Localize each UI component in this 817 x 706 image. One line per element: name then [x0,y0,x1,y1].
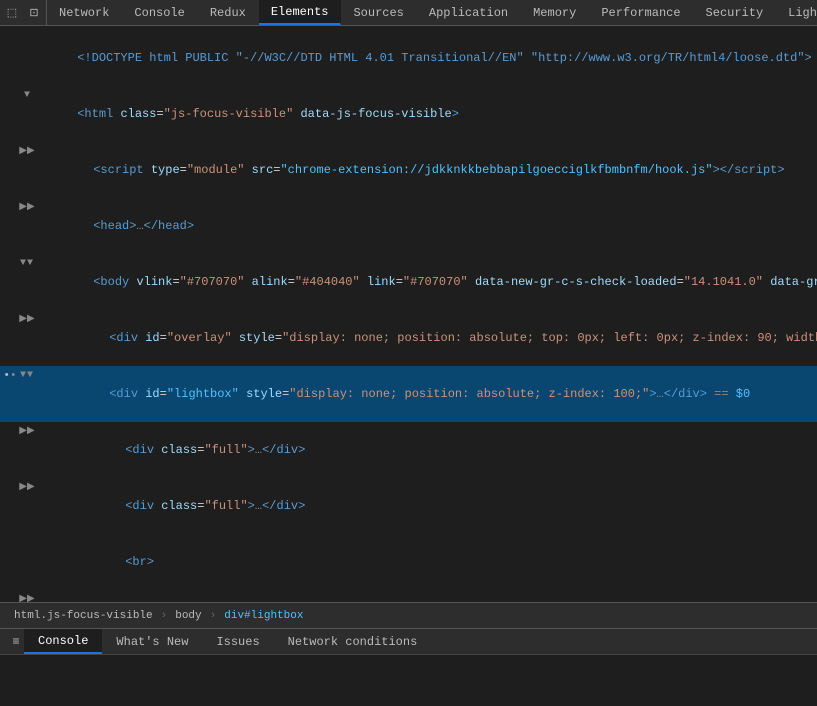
table-row[interactable]: ▶ <script type="module" src="chrome-exte… [0,142,817,198]
breadcrumb-bar: html.js-focus-visible › body › div#light… [0,602,817,628]
bottom-tab-bar: ≡ Console What's New Issues Network cond… [0,628,817,654]
inspect-icon[interactable]: ⊡ [26,5,42,21]
tab-sources[interactable]: Sources [341,0,416,25]
cursor-icon[interactable]: ⬚ [4,5,20,21]
expand-arrow[interactable]: ▶ [20,311,34,329]
expand-arrow[interactable]: ▶ [20,423,34,441]
tab-security[interactable]: Security [694,0,777,25]
tab-icons: ⬚ ⊡ [0,0,47,25]
expand-arrow[interactable]: ▶ [20,143,34,161]
table-row[interactable]: ▼ <body vlink="#707070" alink="#404040" … [0,254,817,310]
tab-console-bottom[interactable]: Console [24,629,102,654]
code-content: <body vlink="#707070" alink="#404040" li… [34,255,817,309]
expand-arrow[interactable]: ▼ [20,367,34,385]
expand-arrow[interactable]: ▶ [20,479,34,497]
table-row[interactable]: ▶ <center>…</center> [0,590,817,602]
tab-performance[interactable]: Performance [589,0,693,25]
table-row[interactable]: • ▼ <div id="lightbox" style="display: n… [0,366,817,422]
table-row[interactable]: <html class="js-focus-visible" data-js-f… [0,86,817,142]
code-content: <head>…</head> [34,199,813,253]
tab-console[interactable]: Console [122,0,197,25]
code-content: <div class="full">…</div> [34,423,813,477]
expand-arrow[interactable]: ▶ [20,199,34,217]
tab-lighthouse[interactable]: Lighthouse [776,0,817,25]
code-content: <div class="full">…</div> [34,479,813,533]
bottom-menu-icon[interactable]: ≡ [8,629,24,655]
code-content: <div id="overlay" style="display: none; … [34,311,817,365]
breadcrumb-item-html[interactable]: html.js-focus-visible [8,608,159,624]
table-row[interactable]: <br> [0,534,817,590]
tab-issues[interactable]: Issues [202,629,273,654]
expand-arrow[interactable] [20,87,34,105]
code-content: <div id="lightbox" style="display: none;… [34,367,813,421]
tab-memory[interactable]: Memory [521,0,589,25]
table-row[interactable]: ▶ <div class="full">…</div> [0,478,817,534]
breadcrumb-item-body[interactable]: body [169,608,207,624]
table-row[interactable]: <!DOCTYPE html PUBLIC "-//W3C//DTD HTML … [0,30,817,86]
tab-network-conditions[interactable]: Network conditions [274,629,432,654]
table-row[interactable]: ▶ <div class="full">…</div> [0,422,817,478]
devtools-tab-bar: ⬚ ⊡ Network Console Redux Elements Sourc… [0,0,817,26]
elements-panel: <!DOCTYPE html PUBLIC "-//W3C//DTD HTML … [0,26,817,602]
table-row[interactable]: ▶ <div id="overlay" style="display: none… [0,310,817,366]
table-row[interactable]: ▶ <head>…</head> [0,198,817,254]
code-content: <center>…</center> [34,591,813,602]
tab-application[interactable]: Application [417,0,521,25]
tab-whats-new[interactable]: What's New [102,629,202,654]
line-gutter: • [0,367,20,385]
code-content: <!DOCTYPE html PUBLIC "-//W3C//DTD HTML … [34,31,813,85]
breadcrumb-separator: › [208,610,219,622]
tab-network[interactable]: Network [47,0,122,25]
breadcrumb-separator: › [159,610,170,622]
tab-redux[interactable]: Redux [198,0,259,25]
code-content: <br> [34,535,813,589]
breadcrumb-item-lightbox[interactable]: div#lightbox [218,608,309,624]
code-content: <script type="module" src="chrome-extens… [34,143,813,197]
console-panel [0,654,817,706]
expand-arrow[interactable]: ▼ [20,255,34,273]
code-content: <html class="js-focus-visible" data-js-f… [34,87,813,141]
tab-elements[interactable]: Elements [259,0,342,25]
expand-arrow[interactable]: ▶ [20,591,34,602]
